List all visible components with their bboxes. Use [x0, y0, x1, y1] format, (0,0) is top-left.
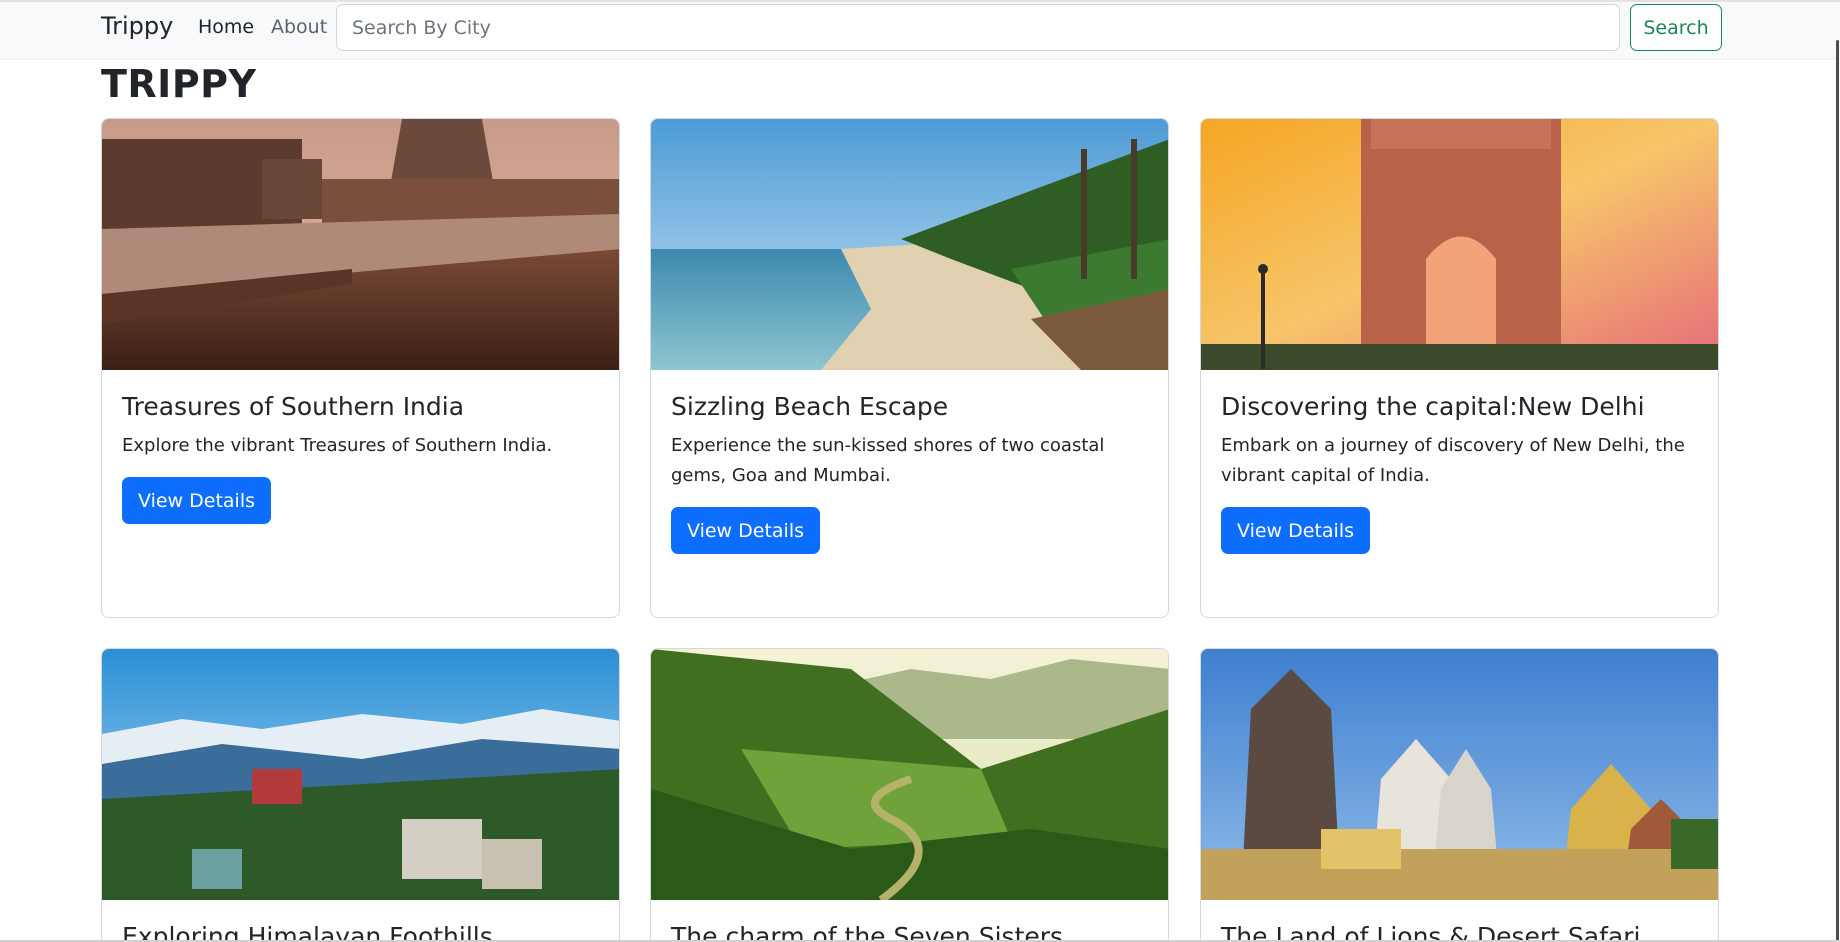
search-input[interactable] — [336, 4, 1620, 51]
card-beach-escape: Sizzling Beach Escape Experience the sun… — [650, 118, 1169, 618]
card-image-mountain-town — [102, 649, 619, 900]
card-image-beach — [651, 119, 1168, 370]
page-scrollbar[interactable] — [1836, 40, 1839, 942]
card-title: Sizzling Beach Escape — [671, 392, 949, 421]
card-title: Treasures of Southern India — [122, 392, 465, 421]
navbar-brand[interactable]: Trippy — [101, 12, 173, 40]
card-seven-sisters: The charm of the Seven Sisters — [650, 648, 1169, 942]
card-title: The charm of the Seven Sisters — [671, 922, 1064, 942]
view-details-button[interactable]: View Details — [122, 477, 271, 524]
card-title: The Land of Lions & Desert Safari — [1221, 922, 1641, 942]
page-title: TRIPPY — [101, 62, 257, 106]
card-text: Embark on a journey of discovery of New … — [1221, 435, 1685, 486]
card-image-temple-tank — [102, 119, 619, 370]
card-image-india-gate — [1201, 119, 1718, 370]
card-image-green-valley — [651, 649, 1168, 900]
view-details-button[interactable]: View Details — [1221, 507, 1370, 554]
card-text: Experience the sun-kissed shores of two … — [671, 435, 1105, 486]
card-title: Discovering the capital:New Delhi — [1221, 392, 1645, 421]
nav-link-about[interactable]: About — [271, 16, 327, 38]
card-image-temple-complex — [1201, 649, 1718, 900]
view-details-button[interactable]: View Details — [671, 507, 820, 554]
card-text: Explore the vibrant Treasures of Souther… — [122, 435, 553, 456]
card-southern-india: Treasures of Southern India Explore the … — [101, 118, 620, 618]
card-title: Exploring Himalayan Foothills — [122, 922, 493, 942]
search-button[interactable]: Search — [1630, 4, 1722, 51]
nav-link-home[interactable]: Home — [198, 16, 254, 38]
card-lions-desert-safari: The Land of Lions & Desert Safari — [1200, 648, 1719, 942]
card-himalayan-foothills: Exploring Himalayan Foothills — [101, 648, 620, 942]
card-new-delhi: Discovering the capital:New Delhi Embark… — [1200, 118, 1719, 618]
navbar: Trippy Home About Search — [0, 0, 1840, 60]
